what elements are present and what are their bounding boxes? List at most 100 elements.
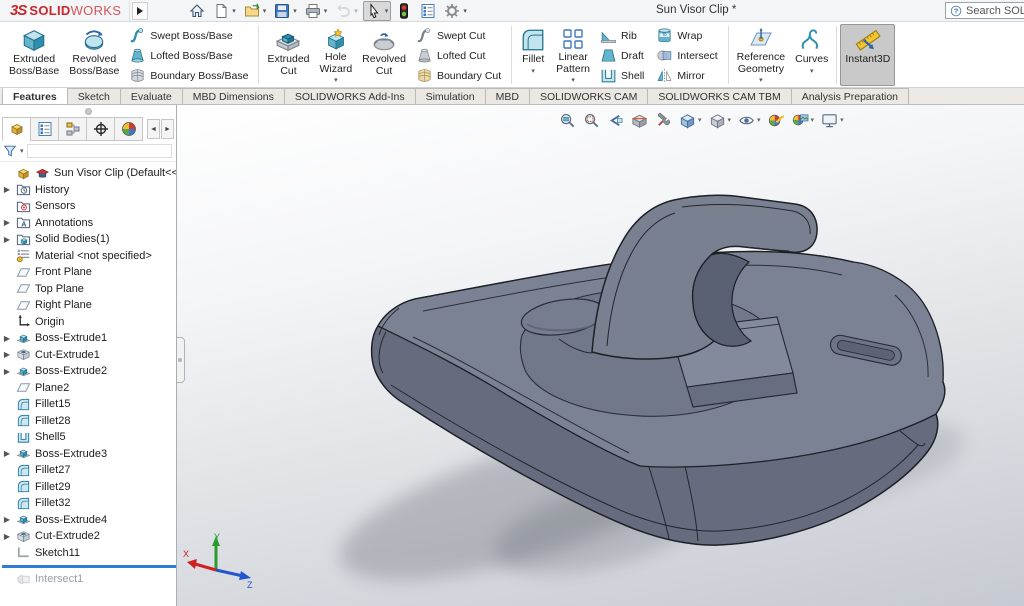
tree-item-fillet32[interactable]: ▶ Fillet32	[0, 495, 176, 512]
ribbon-button-swept-cut[interactable]: Swept Cut	[413, 26, 504, 45]
ribbon-button-swept-boss-base[interactable]: Swept Boss/Base	[126, 26, 251, 45]
tab-sketch[interactable]: Sketch	[67, 88, 121, 104]
expand-arrow-icon[interactable]: ▶	[2, 515, 12, 524]
dropdown-caret[interactable]: ▾	[293, 7, 297, 15]
tab-mbd[interactable]: MBD	[485, 88, 530, 104]
tab-features[interactable]: Features	[2, 88, 68, 104]
tree-filter-input[interactable]	[27, 144, 172, 158]
dropdown-caret[interactable]: ▾	[324, 7, 328, 15]
tree-item-right-plane[interactable]: ▶ Right Plane	[0, 297, 176, 314]
dropdown-caret[interactable]: ▾	[20, 147, 24, 155]
tree-item-solid-bodies[interactable]: ▶ Solid Bodies(1)	[0, 231, 176, 248]
expand-arrow-icon[interactable]: ▶	[2, 185, 12, 194]
search-box[interactable]: Search SOLIDW	[945, 2, 1024, 19]
edit-appearance-icon[interactable]: ▾	[766, 111, 787, 130]
ribbon-button-rib[interactable]: Rib	[597, 26, 647, 45]
panel-tabs-scroll-left[interactable]: ◄	[147, 119, 160, 139]
dropdown-caret[interactable]: ▾	[759, 77, 763, 84]
displaymanager-tab[interactable]	[114, 117, 143, 141]
expand-arrow-icon[interactable]: ▶	[2, 449, 12, 458]
rebuild-traffic-light-icon[interactable]: ▾	[393, 1, 415, 21]
expand-arrow-icon[interactable]: ▶	[2, 367, 12, 376]
tree-item-top-plane[interactable]: ▶ Top Plane	[0, 281, 176, 298]
ribbon-button-linear-pattern[interactable]: Linear Pattern ▾	[551, 24, 595, 86]
dropdown-caret[interactable]: ▾	[232, 7, 236, 15]
tree-item-origin[interactable]: ▶ Origin	[0, 314, 176, 331]
tab-solidworks-add-ins[interactable]: SOLIDWORKS Add-Ins	[284, 88, 416, 104]
tab-mbd-dimensions[interactable]: MBD Dimensions	[182, 88, 285, 104]
tab-simulation[interactable]: Simulation	[415, 88, 486, 104]
dynamic-annotation-views-icon[interactable]: ▾	[653, 111, 674, 130]
open-icon[interactable]: ▾	[241, 1, 270, 21]
dropdown-caret[interactable]: ▾	[263, 7, 267, 15]
ribbon-button-intersect[interactable]: Intersect	[653, 46, 720, 65]
dropdown-caret[interactable]: ▾	[698, 116, 702, 124]
tree-item-boss-extrude3[interactable]: ▶ Boss-Extrude3	[0, 446, 176, 463]
graphics-viewport[interactable]: ▾ ▾ ▾ ▾	[177, 105, 1024, 606]
tree-item-fillet29[interactable]: ▶ Fillet29	[0, 479, 176, 496]
expand-arrow-icon[interactable]: ▶	[2, 218, 12, 227]
dropdown-caret[interactable]: ▾	[531, 68, 535, 75]
new-document-icon[interactable]: ▾	[210, 1, 239, 21]
dropdown-caret[interactable]: ▾	[463, 7, 467, 15]
ribbon-button-mirror[interactable]: Mirror	[653, 66, 720, 85]
toolbar-flyout-button[interactable]	[132, 2, 148, 20]
ribbon-button-extruded-boss-base[interactable]: Extruded Boss/Base	[4, 24, 64, 86]
display-style-icon[interactable]: ▾	[707, 111, 734, 130]
panel-collapse-handle[interactable]	[177, 337, 185, 383]
ribbon-button-lofted-cut[interactable]: Lofted Cut	[413, 46, 504, 65]
tree-item-fillet15[interactable]: ▶ Fillet15	[0, 396, 176, 413]
dropdown-caret[interactable]: ▾	[354, 7, 358, 15]
configurationmanager-tab[interactable]	[58, 117, 87, 141]
tree-item-material[interactable]: ▶ Material <not specified>	[0, 248, 176, 265]
tree-item-sensors[interactable]: ▶ Sensors	[0, 198, 176, 215]
select-cursor-icon[interactable]: ▾	[363, 1, 392, 21]
expand-arrow-icon[interactable]: ▶	[2, 334, 12, 343]
ribbon-button-wrap[interactable]: Wrap	[653, 26, 720, 45]
ribbon-button-reference-geometry[interactable]: Reference Geometry ▾	[732, 24, 790, 86]
ribbon-button-boundary-boss-base[interactable]: Boundary Boss/Base	[126, 66, 251, 85]
view-settings-icon[interactable]: ▾	[819, 111, 846, 130]
ribbon-button-instant3d[interactable]: Instant3D	[840, 24, 895, 86]
tree-item-front-plane[interactable]: ▶ Front Plane	[0, 264, 176, 281]
ribbon-button-shell[interactable]: Shell	[597, 66, 647, 85]
ribbon-button-revolved-boss-base[interactable]: Revolved Boss/Base	[64, 24, 124, 86]
dropdown-caret[interactable]: ▾	[334, 77, 338, 84]
file-properties-icon[interactable]: ▾	[417, 1, 439, 21]
dropdown-caret[interactable]: ▾	[757, 116, 761, 124]
dropdown-caret[interactable]: ▾	[840, 116, 844, 124]
hide-show-items-icon[interactable]: ▾	[736, 111, 763, 130]
previous-view-icon[interactable]: ▾	[605, 111, 626, 130]
tree-item-sketch11[interactable]: ▶ Sketch11	[0, 545, 176, 562]
tree-item-boss-extrude2[interactable]: ▶ Boss-Extrude2	[0, 363, 176, 380]
ribbon-button-draft[interactable]: Draft	[597, 46, 647, 65]
tab-analysis-preparation[interactable]: Analysis Preparation	[791, 88, 909, 104]
expand-arrow-icon[interactable]: ▶	[2, 235, 12, 244]
dropdown-caret[interactable]: ▾	[571, 77, 575, 84]
ribbon-button-extruded-cut[interactable]: Extruded Cut	[262, 24, 314, 86]
tree-item-shell5[interactable]: ▶ Shell5	[0, 429, 176, 446]
undo-icon[interactable]: ▾	[332, 1, 361, 21]
ribbon-button-boundary-cut[interactable]: Boundary Cut	[413, 66, 504, 85]
dropdown-caret[interactable]: ▾	[728, 116, 732, 124]
ribbon-button-fillet[interactable]: Fillet ▾	[515, 24, 551, 86]
tree-item-plane2[interactable]: ▶ Plane2	[0, 380, 176, 397]
tree-item-cut-extrude1[interactable]: ▶ Cut-Extrude1	[0, 347, 176, 364]
filter-funnel-icon[interactable]	[3, 144, 17, 158]
sun-visor-clip-model[interactable]	[177, 105, 1024, 606]
view-orientation-icon[interactable]: ▾	[677, 111, 704, 130]
rollback-bar[interactable]: ▶	[0, 561, 176, 571]
ribbon-button-lofted-boss-base[interactable]: Lofted Boss/Base	[126, 46, 251, 65]
save-icon[interactable]: ▾	[271, 1, 300, 21]
zoom-to-area-icon[interactable]: ▾	[581, 111, 602, 130]
expand-arrow-icon[interactable]: ▶	[2, 532, 12, 541]
dropdown-caret[interactable]: ▾	[385, 7, 389, 15]
home-icon[interactable]: ▾	[186, 1, 208, 21]
ribbon-button-revolved-cut[interactable]: Revolved Cut	[357, 24, 411, 86]
tree-item-intersect1[interactable]: ▶ Intersect1	[0, 571, 176, 588]
propertymanager-tab[interactable]	[30, 117, 59, 141]
zoom-to-fit-icon[interactable]: ▾	[557, 111, 578, 130]
tree-item-history[interactable]: ▶ History	[0, 182, 176, 199]
panel-resize-grip[interactable]	[0, 105, 176, 117]
tab-evaluate[interactable]: Evaluate	[120, 88, 183, 104]
